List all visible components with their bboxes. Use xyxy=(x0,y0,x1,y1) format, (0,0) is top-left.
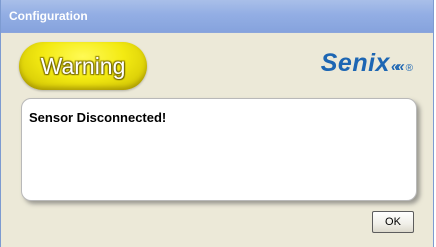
senix-logo: Senix «« ® xyxy=(321,49,413,79)
warning-badge: Warning xyxy=(19,42,147,90)
message-text: Sensor Disconnected! xyxy=(29,110,167,125)
configuration-dialog: Configuration Warning Senix «« ® Sensor … xyxy=(0,0,434,247)
logo-swoosh-icon: «« xyxy=(390,58,405,75)
warning-label: Warning xyxy=(40,52,126,79)
title-bar[interactable]: Configuration xyxy=(1,0,433,33)
logo-text: Senix xyxy=(320,49,390,77)
message-panel: Sensor Disconnected! xyxy=(21,98,417,201)
window-title: Configuration xyxy=(9,9,88,23)
ok-button[interactable]: OK xyxy=(372,211,414,233)
registered-mark: ® xyxy=(405,63,413,74)
